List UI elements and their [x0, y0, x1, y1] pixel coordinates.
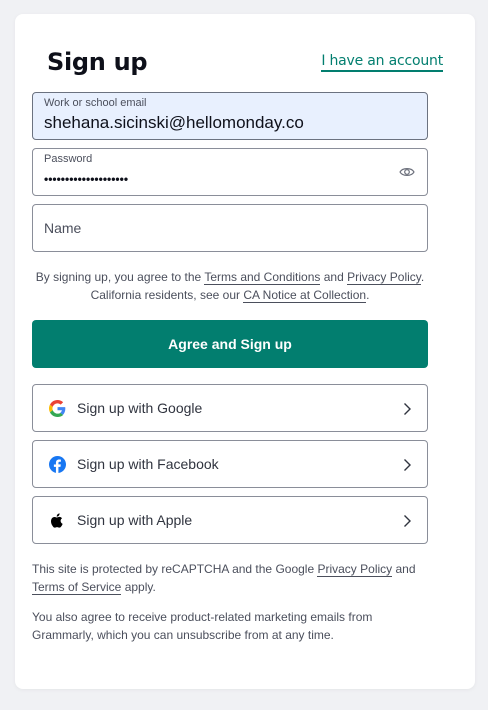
password-input[interactable]: ••••••••••••••••••••	[44, 172, 384, 186]
have-account-link[interactable]: I have an account	[321, 53, 443, 72]
recaptcha-prefix: This site is protected by reCAPTCHA and …	[32, 562, 318, 576]
privacy-link[interactable]: Privacy Policy	[347, 270, 421, 285]
apple-icon	[51, 513, 63, 528]
google-icon	[49, 400, 66, 417]
legal-notice: By signing up, you agree to the Terms an…	[32, 268, 428, 304]
chevron-right-icon	[404, 515, 411, 527]
recaptcha-suffix: apply.	[121, 580, 156, 594]
email-input[interactable]: shehana.sicinski@hellomonday.co	[44, 113, 384, 133]
ca-period: .	[366, 288, 370, 302]
header: Sign up I have an account	[47, 48, 443, 76]
page-title: Sign up	[47, 48, 148, 76]
chevron-right-icon	[404, 459, 411, 471]
name-field[interactable]: Name	[32, 204, 428, 252]
facebook-icon	[49, 456, 66, 473]
legal-prefix: By signing up, you agree to the	[35, 270, 205, 284]
terms-link[interactable]: Terms and Conditions	[204, 270, 321, 285]
legal-and: and	[320, 270, 348, 284]
email-label: Work or school email	[44, 97, 147, 109]
google-terms-link[interactable]: Terms of Service	[32, 580, 122, 595]
chevron-right-icon	[404, 403, 411, 415]
email-field[interactable]: Work or school email shehana.sicinski@he…	[32, 92, 428, 140]
google-signup-button[interactable]: Sign up with Google	[32, 384, 428, 432]
google-privacy-link[interactable]: Privacy Policy	[317, 562, 393, 577]
marketing-notice: You also agree to receive product-relate…	[32, 610, 373, 642]
ca-prefix: California residents, see our	[90, 288, 244, 302]
ca-notice-link[interactable]: CA Notice at Collection	[243, 288, 367, 303]
name-input[interactable]: Name	[44, 220, 81, 236]
password-field[interactable]: Password ••••••••••••••••••••	[32, 148, 428, 196]
facebook-label: Sign up with Facebook	[77, 456, 219, 472]
facebook-signup-button[interactable]: Sign up with Facebook	[32, 440, 428, 488]
agree-signup-button[interactable]: Agree and Sign up	[32, 320, 428, 368]
apple-signup-button[interactable]: Sign up with Apple	[32, 496, 428, 544]
google-label: Sign up with Google	[77, 400, 203, 416]
recaptcha-and: and	[392, 562, 416, 576]
apple-label: Sign up with Apple	[77, 512, 193, 528]
eye-icon[interactable]	[399, 165, 415, 179]
recaptcha-notice: This site is protected by reCAPTCHA and …	[32, 560, 428, 596]
legal-period: .	[420, 270, 425, 284]
password-label: Password	[44, 153, 93, 165]
